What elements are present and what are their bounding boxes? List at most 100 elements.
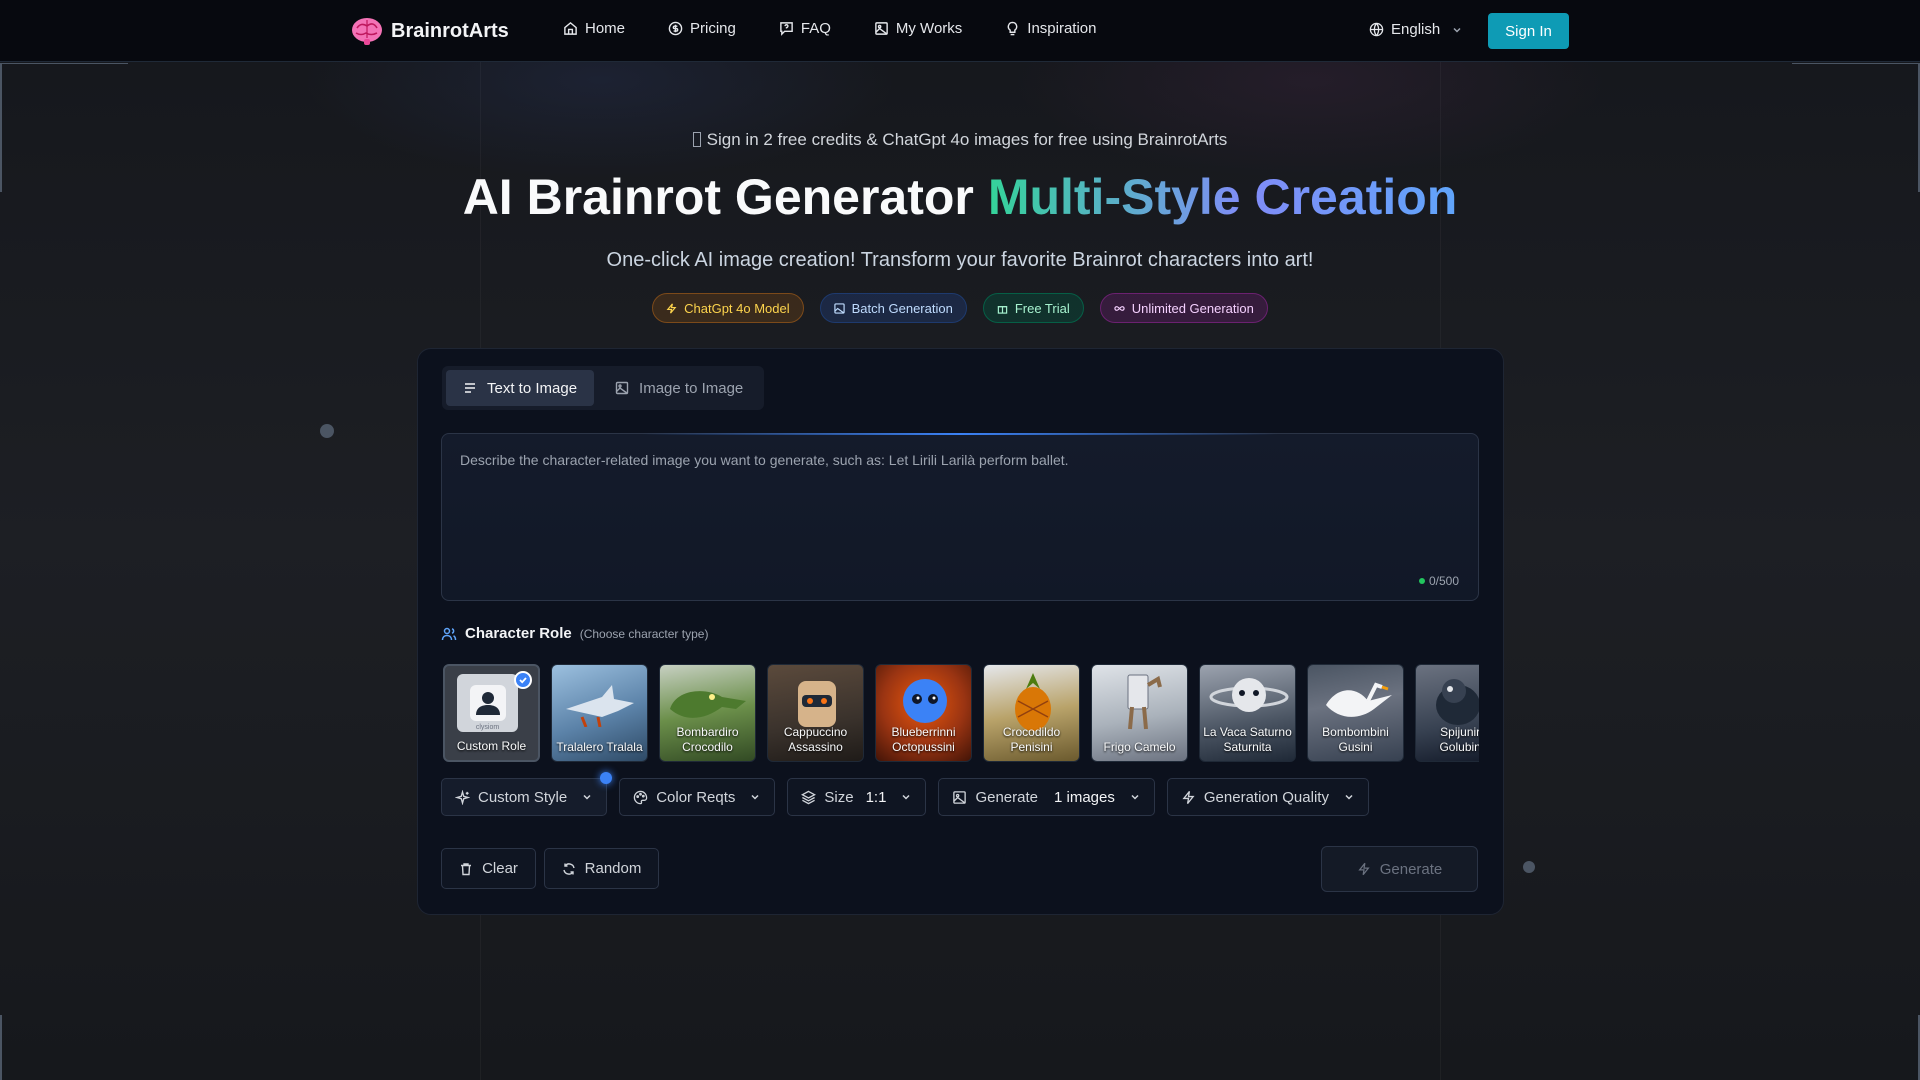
role-card[interactable]: La Vaca Saturno Saturnita [1199, 664, 1296, 762]
brand-logo-link[interactable]: BrainrotArts [351, 16, 509, 46]
zap-icon [1358, 862, 1370, 876]
role-label: Bombombini Gusini [1322, 725, 1389, 754]
size-dropdown[interactable]: Size 1:1 [787, 778, 927, 816]
image-icon [833, 302, 845, 314]
layers-icon [801, 790, 817, 804]
saturn-cow-icon [1209, 678, 1289, 712]
sign-in-button[interactable]: Sign In [1488, 13, 1569, 49]
char-counter: 0/500 [1418, 574, 1459, 588]
tab-text-to-image[interactable]: Text to Image [446, 370, 595, 406]
gift-icon [997, 305, 1008, 314]
goose-icon [1326, 682, 1392, 717]
globe-icon [1369, 22, 1384, 37]
nav-faq-label: FAQ [800, 20, 831, 37]
trash-icon [461, 862, 472, 875]
gift-icon [692, 132, 701, 147]
page-title: AI Brainrot Generator Multi-Style Creati… [0, 168, 1920, 226]
size-label: Size [824, 788, 854, 806]
lightbulb-icon [1007, 21, 1018, 36]
nav-inspiration[interactable]: Inspiration [1005, 20, 1097, 37]
shark-icon [566, 685, 634, 727]
user-avatar-icon [469, 685, 506, 721]
signin-notice-text: Sign in 2 free credits & ChatGpt 4o imag… [706, 130, 1228, 149]
role-card[interactable]: Bombardiro Crocodilo [659, 664, 756, 762]
role-label: Blueberrinni Octopussini [891, 725, 956, 754]
role-card[interactable]: Crocodildo Penisini [983, 664, 1080, 762]
role-card[interactable]: Spijuniro Golubino [1415, 664, 1479, 762]
zap-icon [1182, 790, 1195, 804]
generator-panel: Text to Image Image to Image 0/500 Chara… [417, 348, 1504, 915]
generation-quality-dropdown[interactable]: Generation Quality [1166, 778, 1369, 816]
generate-button-label: Generate [1379, 860, 1443, 878]
role-card[interactable]: Bombombini Gusini [1307, 664, 1404, 762]
pigeon-icon [1436, 679, 1479, 725]
role-card[interactable]: Frigo Camelo [1091, 664, 1188, 762]
role-card-custom[interactable]: clysiom Custom Role [443, 664, 540, 762]
image-icon [953, 790, 967, 804]
badge-batch: Batch Generation [819, 293, 967, 323]
role-card[interactable]: Tralalero Tralala [551, 664, 648, 762]
prompt-box: 0/500 [441, 433, 1479, 601]
tab-image-to-image-label: Image to Image [639, 379, 744, 397]
brain-logo-icon [352, 18, 382, 45]
badge-batch-label: Batch Generation [851, 300, 953, 316]
random-button[interactable]: Random [544, 848, 659, 889]
color-reqts-label: Color Reqts [656, 788, 736, 806]
chevron-down-icon [902, 794, 910, 800]
page-subtitle: One-click AI image creation! Transform y… [606, 249, 1314, 271]
dollar-circle-icon [668, 21, 683, 36]
nav-inspiration-label: Inspiration [1027, 20, 1097, 37]
language-selector[interactable]: English [1369, 21, 1463, 38]
zap-icon [666, 303, 677, 313]
badge-unlimited-label: Unlimited Generation [1131, 300, 1254, 316]
chevron-down-icon [583, 794, 591, 800]
generate-button[interactable]: Generate [1321, 846, 1478, 892]
generation-options: Custom Style Color Reqts Size 1:1 Genera… [441, 772, 1369, 816]
nav-my-works-label: My Works [895, 20, 963, 37]
badge-model: ChatGpt 4o Model [652, 293, 804, 323]
custom-role-thumb-text: clysiom [475, 724, 500, 731]
char-counter-text: 0/500 [1428, 574, 1459, 588]
character-role-title: Character Role [465, 625, 572, 642]
help-message-icon [780, 22, 793, 36]
chevron-down-icon [1453, 27, 1461, 33]
brand-name: BrainrotArts [391, 19, 509, 42]
clear-button[interactable]: Clear [441, 848, 536, 889]
decor-dot [320, 424, 334, 438]
prompt-input[interactable] [460, 452, 1460, 572]
color-reqts-dropdown[interactable]: Color Reqts [619, 778, 776, 816]
role-label: Bombardiro Crocodilo [676, 725, 739, 754]
nav-faq[interactable]: FAQ [779, 20, 831, 37]
nav-home[interactable]: Home [563, 20, 625, 37]
image-count-dropdown[interactable]: Generate 1 images [938, 778, 1155, 816]
custom-style-dropdown[interactable]: Custom Style [441, 772, 613, 816]
feature-badges: ChatGpt 4o Model Batch Generation Free T… [0, 293, 1920, 323]
image-count-label: Generate [975, 788, 1038, 806]
title-main: AI Brainrot Generator [462, 169, 974, 225]
random-button-label: Random [584, 860, 642, 877]
role-label: Crocodildo Penisini [1002, 725, 1061, 754]
role-label: Tralalero Tralala [556, 740, 643, 754]
tab-text-to-image-label: Text to Image [487, 379, 578, 397]
role-label: Frigo Camelo [1103, 740, 1176, 754]
text-lines-icon [465, 383, 475, 393]
nav-my-works[interactable]: My Works [874, 20, 962, 37]
refresh-icon [562, 862, 575, 875]
crocodile-icon [670, 691, 746, 718]
role-label: Custom Role [456, 739, 527, 753]
left-edge-bar [0, 1015, 2, 1080]
title-gradient: Multi-Style Creation [987, 169, 1458, 225]
status-dot [1418, 578, 1425, 584]
tab-image-to-image[interactable]: Image to Image [598, 370, 760, 406]
decor-line [1792, 63, 1920, 64]
main-nav: Home Pricing FAQ My Works Inspiration [563, 20, 1140, 37]
fridge-camel-icon [1127, 674, 1162, 730]
nav-pricing[interactable]: Pricing [668, 20, 736, 37]
top-navbar: BrainrotArts Home Pricing FAQ My Works I… [0, 0, 1920, 62]
selected-check-icon [514, 671, 532, 689]
role-card[interactable]: Blueberrinni Octopussini [875, 664, 972, 762]
role-label: La Vaca Saturno Saturnita [1203, 725, 1292, 754]
role-card[interactable]: Cappuccino Assassino [767, 664, 864, 762]
role-label: Cappuccino Assassino [783, 725, 848, 754]
size-value: 1:1 [865, 788, 887, 806]
